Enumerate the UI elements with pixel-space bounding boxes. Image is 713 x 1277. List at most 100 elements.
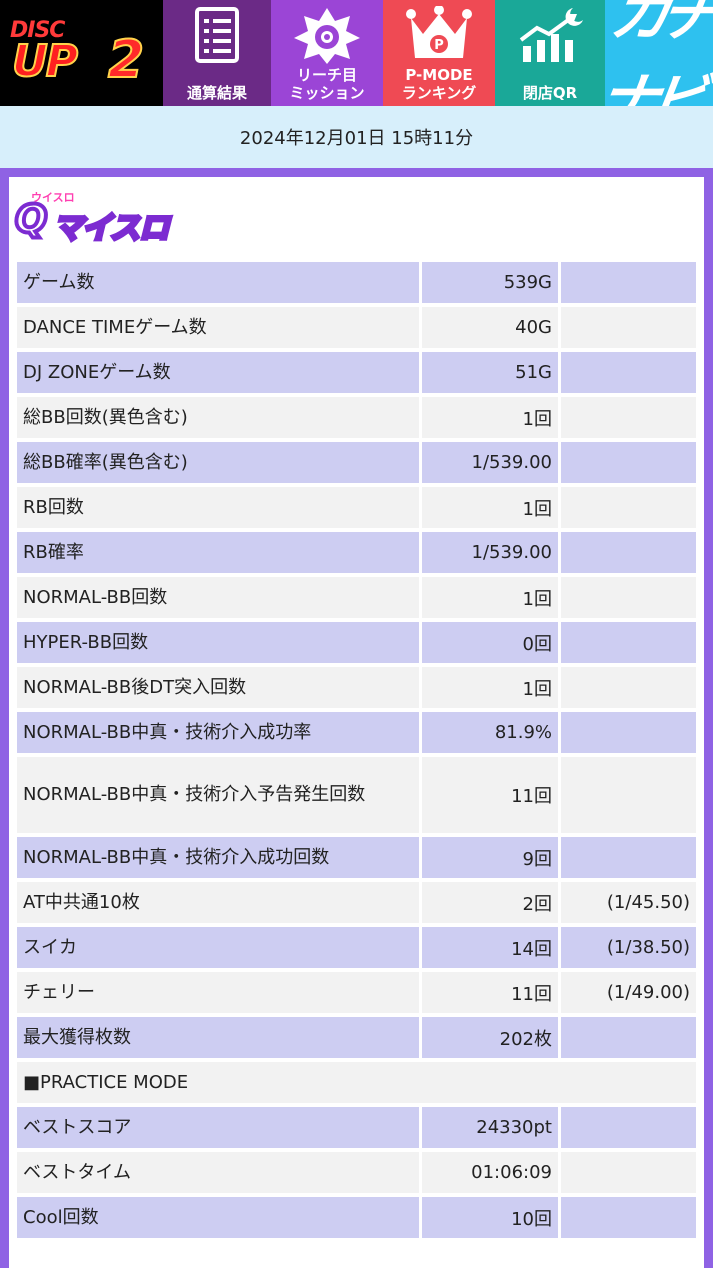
stats-row: 総BB確率(異色含む) 1/539.00 xyxy=(17,442,696,483)
stat-value: 11回 xyxy=(419,757,558,833)
data-timestamp: 2024年12月01日 15時11分 xyxy=(239,128,474,149)
stats-row: NORMAL-BB中真・技術介入成功回数 9回 xyxy=(17,837,696,878)
svg-text:P: P xyxy=(434,38,444,53)
stat-name: RB回数 xyxy=(17,487,419,528)
myslo-panel: ウイスロ Q マイスロ ゲーム数 539G DANCE TIMEゲーム数 40G DJ … xyxy=(0,168,713,1277)
stat-name: DANCE TIMEゲーム数 xyxy=(17,307,419,348)
stat-value: 10回 xyxy=(419,1197,558,1238)
stat-name: 総BB回数(異色含む) xyxy=(17,397,419,438)
stats-row: チェリー 11回 (1/49.00) xyxy=(17,972,696,1013)
stats-row: ベストスコア 24330pt xyxy=(17,1107,696,1148)
stat-value: 81.9% xyxy=(419,712,558,753)
logo-q-text: Q xyxy=(13,195,49,243)
nav-tile-label: 通算結果 xyxy=(186,84,247,102)
stats-table: ゲーム数 539G DANCE TIMEゲーム数 40G DJ ZONEゲーム数 51G 総… xyxy=(17,258,696,1242)
stat-rate xyxy=(558,1197,696,1238)
section-title: ■PRACTICE MODE xyxy=(17,1062,696,1103)
logo-main-text: マイスロ xyxy=(51,209,171,248)
stat-value: 01:06:09 xyxy=(419,1152,558,1193)
stat-value: 1/539.00 xyxy=(419,532,558,573)
stat-rate xyxy=(558,837,696,878)
nav-tile-label: リーチ目 ミッション xyxy=(289,66,365,102)
stat-value: 1回 xyxy=(419,487,558,528)
nav-tile-pmode-ranking[interactable]: P P-MODE ランキング xyxy=(383,0,495,106)
stat-name: NORMAL-BB後DT突入回数 xyxy=(17,667,419,708)
stat-name: ゲーム数 xyxy=(17,262,419,303)
stats-row: NORMAL-BB中真・技術介入予告発生回数 11回 xyxy=(17,757,696,833)
stats-row: スイカ 14回 (1/38.50) xyxy=(17,927,696,968)
nav-tile-label: 閉店QR xyxy=(522,84,578,102)
date-bar: 2024年12月01日 15時11分 xyxy=(0,106,713,168)
stat-name: Cool回数 xyxy=(17,1197,419,1238)
stats-row: HYPER-BB回数 0回 xyxy=(17,622,696,663)
stats-row: NORMAL-BB回数 1回 xyxy=(17,577,696,618)
chart-moon-icon xyxy=(495,6,605,66)
logo-number-text: 2 xyxy=(107,29,145,91)
stat-value: 51G xyxy=(419,352,558,393)
stat-value: 1/539.00 xyxy=(419,442,558,483)
stat-value: 1回 xyxy=(419,577,558,618)
stats-row: ゲーム数 539G xyxy=(17,262,696,303)
stat-name: チェリー xyxy=(17,972,419,1013)
stats-row: AT中共通10枚 2回 (1/45.50) xyxy=(17,882,696,923)
stats-row: ベストタイム 01:06:09 xyxy=(17,1152,696,1193)
stat-name: NORMAL-BB中真・技術介入成功回数 xyxy=(17,837,419,878)
stat-rate xyxy=(558,1107,696,1148)
stat-rate xyxy=(558,487,696,528)
stat-value: 0回 xyxy=(419,622,558,663)
stat-rate xyxy=(558,577,696,618)
stat-name: NORMAL-BB中真・技術介入成功率 xyxy=(17,712,419,753)
stat-name: NORMAL-BB中真・技術介入予告発生回数 xyxy=(17,757,419,833)
stat-rate: (1/49.00) xyxy=(558,972,696,1013)
stat-value: 9回 xyxy=(419,837,558,878)
stat-name: 総BB確率(異色含む) xyxy=(17,442,419,483)
stat-rate xyxy=(558,352,696,393)
stat-name: スイカ xyxy=(17,927,419,968)
stat-value: 24330pt xyxy=(419,1107,558,1148)
stat-rate: (1/38.50) xyxy=(558,927,696,968)
nav-tile-total-results[interactable]: 通算結果 xyxy=(163,0,271,106)
nav-tile-kachinavi[interactable]: カチナビ xyxy=(593,0,713,137)
stat-rate xyxy=(558,307,696,348)
stat-name: NORMAL-BB回数 xyxy=(17,577,419,618)
section-header-row: ■PRACTICE MODE xyxy=(17,1062,696,1103)
stat-name: ベストスコア xyxy=(17,1107,419,1148)
stats-row: NORMAL-BB後DT突入回数 1回 xyxy=(17,667,696,708)
stat-value: 2回 xyxy=(419,882,558,923)
top-nav-bar: DISC UP 2 通算結果 リーチ目 ミッション P P-MODE ランキング… xyxy=(0,0,713,137)
stat-name: HYPER-BB回数 xyxy=(17,622,419,663)
stat-rate xyxy=(558,712,696,753)
stat-value: 539G xyxy=(419,262,558,303)
stat-name: RB確率 xyxy=(17,532,419,573)
stat-rate xyxy=(558,667,696,708)
stat-name: ベストタイム xyxy=(17,1152,419,1193)
stat-value: 1回 xyxy=(419,397,558,438)
star-eye-badge-icon xyxy=(271,6,383,64)
stats-row: 総BB回数(異色含む) 1回 xyxy=(17,397,696,438)
myslo-panel-inner: ウイスロ Q マイスロ ゲーム数 539G DANCE TIMEゲーム数 40G DJ … xyxy=(9,177,704,1277)
nav-tile-closing-qr[interactable]: 閉店QR xyxy=(495,0,605,106)
disc-up-2-logo[interactable]: DISC UP 2 xyxy=(0,0,163,106)
stat-rate: (1/45.50) xyxy=(558,882,696,923)
nav-tile-label: P-MODE ランキング xyxy=(401,66,477,102)
stats-row: NORMAL-BB中真・技術介入成功率 81.9% xyxy=(17,712,696,753)
stat-rate xyxy=(558,442,696,483)
stat-name: 最大獲得枚数 xyxy=(17,1017,419,1058)
stats-row: RB確率 1/539.00 xyxy=(17,532,696,573)
stat-rate xyxy=(558,622,696,663)
stats-row: RB回数 1回 xyxy=(17,487,696,528)
stat-rate xyxy=(558,1152,696,1193)
stats-row: Cool回数 10回 xyxy=(17,1197,696,1238)
stats-row: DANCE TIMEゲーム数 40G xyxy=(17,307,696,348)
document-list-icon xyxy=(163,6,271,64)
stat-name: AT中共通10枚 xyxy=(17,882,419,923)
crown-p-icon: P xyxy=(383,6,495,62)
stat-value: 1回 xyxy=(419,667,558,708)
stats-row: DJ ZONEゲーム数 51G xyxy=(17,352,696,393)
logo-up-text: UP xyxy=(11,35,79,88)
nav-tile-reach-mission[interactable]: リーチ目 ミッション xyxy=(271,0,383,106)
stat-rate xyxy=(558,532,696,573)
stats-row: 最大獲得枚数 202枚 xyxy=(17,1017,696,1058)
stat-rate xyxy=(558,262,696,303)
stat-value: 40G xyxy=(419,307,558,348)
